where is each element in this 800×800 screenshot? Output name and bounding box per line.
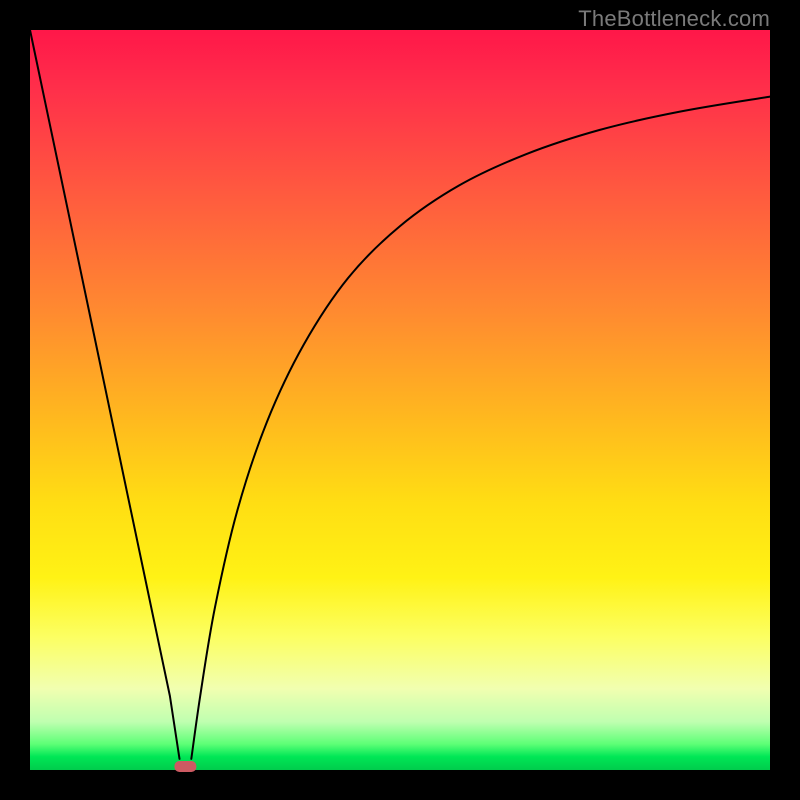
- plot-area: [30, 30, 770, 770]
- watermark-text: TheBottleneck.com: [578, 6, 770, 32]
- optimum-marker: [174, 761, 196, 772]
- bottleneck-curve: [30, 30, 770, 759]
- curve-layer: [30, 30, 770, 770]
- chart-frame: TheBottleneck.com: [0, 0, 800, 800]
